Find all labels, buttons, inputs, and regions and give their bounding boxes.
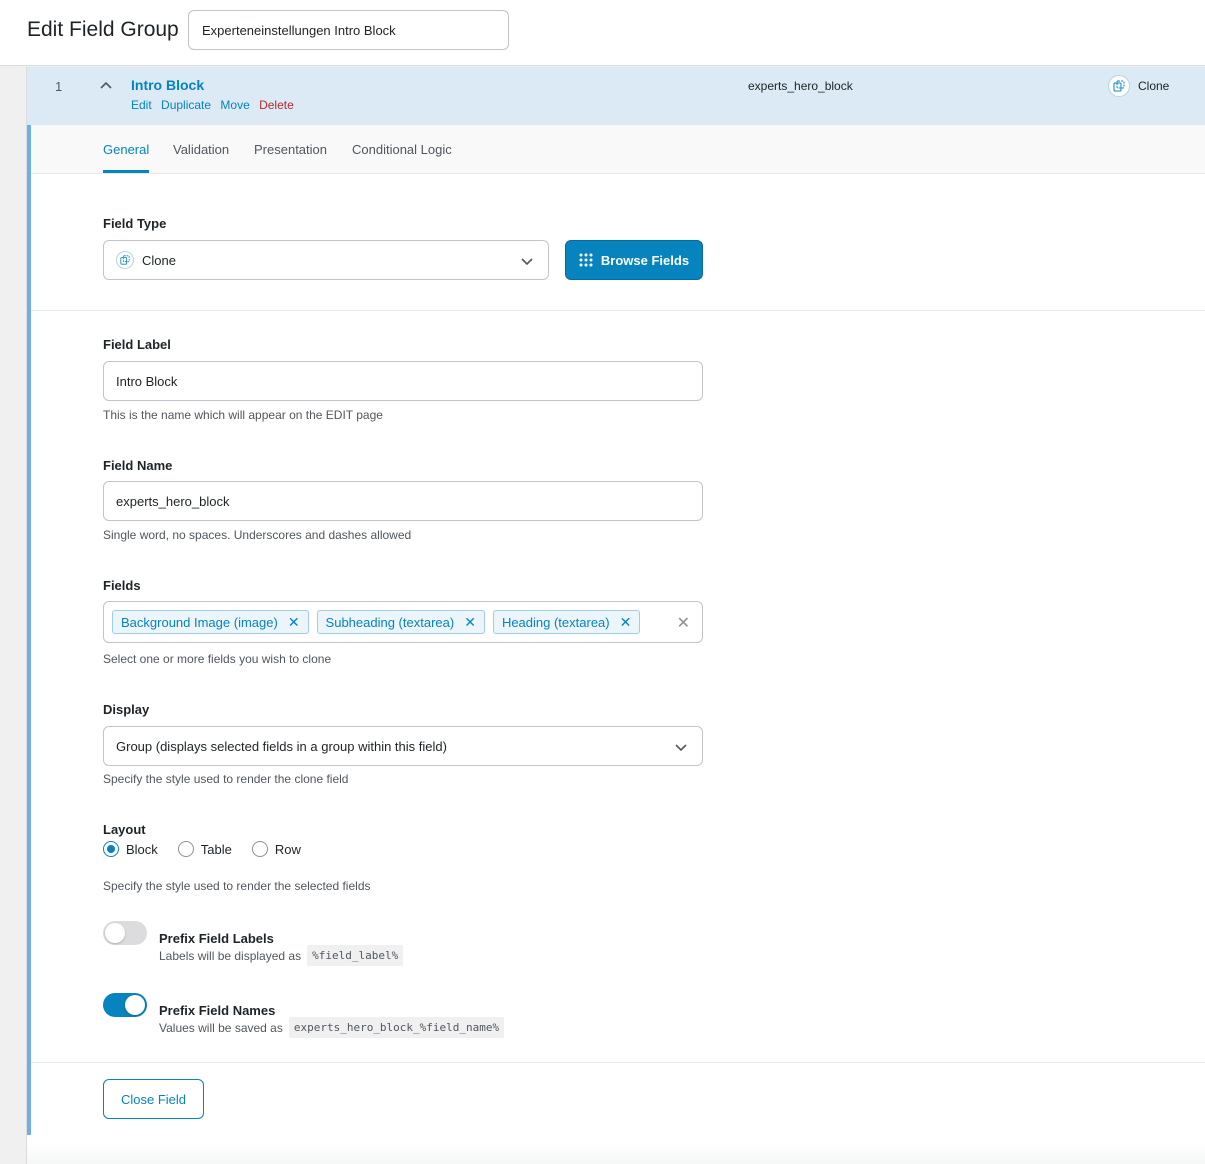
layout-radio-group: Block Table Row [103,841,301,857]
radio-unchecked[interactable] [177,841,194,857]
field-header-type: Clone [1108,75,1169,97]
prefix-labels-code: %field_label% [307,945,404,966]
field-label-label: Field Label [103,337,171,352]
edit-link[interactable]: Edit [131,98,152,112]
layout-hint: Specify the style used to render the sel… [103,879,371,893]
divider [31,310,1205,311]
move-link[interactable]: Move [220,98,249,112]
divider [31,1062,1205,1063]
field-title-link[interactable]: Intro Block [131,77,204,93]
layout-option-row[interactable]: Row [251,841,301,857]
radio-unchecked[interactable] [251,841,268,857]
browse-fields-button[interactable]: Browse Fields [565,240,703,280]
duplicate-link[interactable]: Duplicate [161,98,211,112]
prefix-names-desc-text: Values will be saved as [159,1020,283,1035]
settings-tabs: General Validation Presentation Conditio… [31,125,1205,174]
remove-icon[interactable]: ✕ [288,615,300,629]
prefix-names-toggle[interactable] [103,993,147,1017]
layout-option-label: Block [126,841,158,857]
row-actions: Edit Duplicate Move Delete [131,98,300,112]
layout-option-label: Row [274,841,301,857]
field-settings: General Validation Presentation Conditio… [27,125,1205,1135]
toggle-knob [105,923,125,943]
field-tag-label: Heading (textarea) [501,614,610,630]
tab-conditional-logic[interactable]: Conditional Logic [352,142,452,173]
clone-icon [116,251,134,269]
prefix-labels-desc-text: Labels will be displayed as [159,948,302,963]
clone-icon [1108,75,1130,97]
field-tag: Subheading (textarea) ✕ [316,610,485,634]
top-bar: Edit Field Group [0,0,1205,66]
grid-icon [579,253,593,267]
fields-label: Fields [103,578,141,593]
tab-presentation[interactable]: Presentation [254,142,327,173]
field-header-row[interactable]: 1 Intro Block Edit Duplicate Move Delete… [27,67,1205,125]
remove-icon[interactable]: ✕ [464,615,476,629]
prefix-labels-toggle[interactable] [103,921,147,945]
browse-fields-label: Browse Fields [600,252,690,268]
page-title: Edit Field Group [27,18,179,41]
delete-link[interactable]: Delete [259,98,294,112]
field-label-hint: This is the name which will appear on th… [103,408,383,422]
display-value: Group (displays selected fields in a gro… [116,738,447,754]
field-label-input[interactable] [103,361,703,401]
chevron-down-icon [521,258,533,266]
layout-option-label: Table [200,841,232,857]
prefix-labels-title: Prefix Field Labels [159,931,274,946]
prefix-labels-desc: Labels will be displayed as %field_label… [159,945,404,966]
tab-general[interactable]: General [103,142,150,173]
prefix-names-code: experts_hero_block_%field_name% [288,1017,505,1038]
chevron-up-icon[interactable] [99,79,113,93]
field-type-value: Clone [142,252,176,268]
panel-footer [27,1143,1205,1164]
tab-validation[interactable]: Validation [173,142,229,173]
layout-label: Layout [103,822,146,837]
radio-checked[interactable] [103,841,119,857]
display-label: Display [103,702,150,717]
toggle-knob [125,995,145,1015]
layout-option-table[interactable]: Table [177,841,232,857]
prefix-names-desc: Values will be saved as experts_hero_blo… [159,1017,505,1038]
layout-option-block[interactable]: Block [103,841,158,857]
display-select[interactable]: Group (displays selected fields in a gro… [103,726,703,766]
fields-select[interactable]: Background Image (image) ✕ Subheading (t… [103,601,703,643]
field-type-label: Field Type [103,216,167,231]
clear-all-icon[interactable]: ✕ [677,613,690,633]
field-order-number: 1 [55,79,63,94]
field-tag: Background Image (image) ✕ [112,610,309,634]
field-name-label: Field Name [103,458,173,473]
field-tag-label: Background Image (image) [121,614,278,630]
field-group-title-input[interactable] [188,10,509,50]
prefix-names-title: Prefix Field Names [159,1003,276,1018]
field-name-input[interactable] [103,481,703,521]
field-header-type-label: Clone [1138,79,1170,93]
field-panel: 1 Intro Block Edit Duplicate Move Delete… [26,67,1205,1164]
field-tag-label: Subheading (textarea) [325,614,455,630]
field-header-name: experts_hero_block [748,79,853,93]
remove-icon[interactable]: ✕ [620,615,632,629]
fields-hint: Select one or more fields you wish to cl… [103,652,332,666]
close-field-button[interactable]: Close Field [103,1079,204,1119]
field-name-hint: Single word, no spaces. Underscores and … [103,528,412,542]
field-tag: Heading (textarea) ✕ [492,610,641,634]
chevron-down-icon [675,744,687,752]
display-hint: Specify the style used to render the clo… [103,772,349,786]
field-type-select[interactable]: Clone [103,240,549,280]
